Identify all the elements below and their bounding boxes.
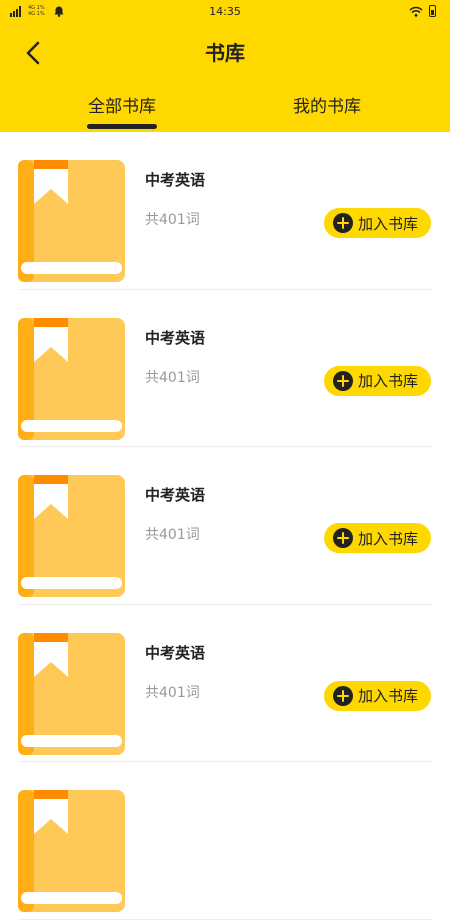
word-count: 共401词 [145,212,200,228]
add-to-library-button[interactable]: 加入书库 [324,208,431,238]
book-name: 中考英语 [145,486,206,504]
page-title: 书库 [205,41,245,65]
plus-circle-icon [333,213,353,233]
list-item[interactable]: 中考英语 共401词 加入书库 [0,290,450,448]
book-name: 中考英语 [145,171,206,189]
book-icon [18,790,125,912]
tab-bar: 全部书库 我的书库 [0,88,450,132]
tab-all-library[interactable]: 全部书库 [88,92,156,117]
word-count: 共401词 [145,527,200,543]
add-to-library-button[interactable]: 加入书库 [324,523,431,553]
add-to-library-button[interactable]: 加入书库 [324,680,431,711]
book-icon [18,632,125,755]
active-tab-indicator [87,124,157,129]
word-count: 共401词 [145,684,200,701]
tab-my-library[interactable]: 我的书库 [293,92,361,117]
book-name: 中考英语 [145,328,206,347]
status-time: 14:35 [209,5,241,18]
plus-circle-icon [333,685,353,706]
book-icon [18,160,125,282]
add-to-library-button[interactable]: 加入书库 [324,365,431,396]
status-bar: 4G 1% 4G 1% 14:35 [0,0,450,24]
add-button-label: 加入书库 [358,372,419,390]
list-item[interactable]: 中考英语 共401词 加入书库 [0,447,450,605]
list-item[interactable] [0,762,450,920]
book-list: 中考英语 共401词 加入书库 中考英语 共401词 加入书库 中考英语 共40… [0,132,450,920]
status-right [409,5,436,17]
list-item[interactable]: 中考英语 共401词 加入书库 [0,132,450,290]
book-icon [18,475,125,597]
add-button-label: 加入书库 [358,529,419,548]
book-name: 中考英语 [145,643,206,662]
list-item[interactable]: 中考英语 共401词 加入书库 [0,605,450,763]
book-icon [18,317,125,440]
add-button-label: 加入书库 [358,214,419,233]
wifi-icon [409,6,423,17]
plus-circle-icon [333,528,353,548]
header: 4G 1% 4G 1% 14:35 书库 全部书库 我的书库 [0,0,450,132]
battery-icon [429,5,436,17]
plus-circle-icon [333,370,353,391]
word-count: 共401词 [145,369,200,386]
add-button-label: 加入书库 [358,687,419,705]
